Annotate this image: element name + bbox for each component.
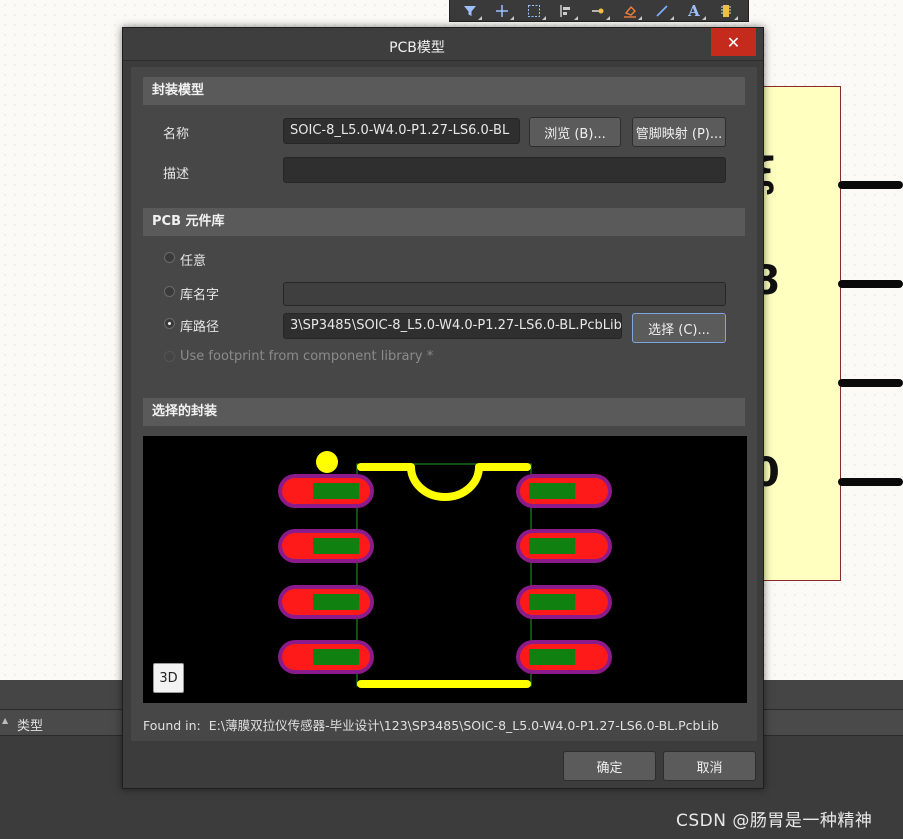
radio-any[interactable] xyxy=(164,252,175,263)
pcb-model-dialog: PCB模型 ✕ 封装模型 名称 SOIC-8_L5.0-W4.0-P1.27-L… xyxy=(122,27,764,789)
view-3d-button[interactable]: 3D xyxy=(153,663,184,693)
pad xyxy=(278,474,374,508)
dialog-title: PCB模型 xyxy=(389,40,445,56)
dialog-titlebar[interactable]: PCB模型 ✕ xyxy=(123,28,763,61)
part-icon[interactable] xyxy=(714,1,738,21)
radio-lib-name[interactable] xyxy=(164,286,175,297)
section-header-pcb-library: PCB 元件库 xyxy=(143,208,745,236)
filter-icon[interactable] xyxy=(458,1,482,21)
align-icon[interactable] xyxy=(554,1,578,21)
schematic-pin[interactable] xyxy=(838,280,903,288)
browse-button[interactable]: 浏览 (B)... xyxy=(529,117,621,147)
close-button[interactable]: ✕ xyxy=(711,28,756,56)
pad xyxy=(278,640,374,674)
pin-map-button[interactable]: 管脚映射 (P)... xyxy=(632,117,726,147)
footprint-preview[interactable]: 3D xyxy=(143,436,747,703)
lib-path-field[interactable]: 3\SP3485\SOIC-8_L5.0-W4.0-P1.27-LS6.0-BL… xyxy=(283,313,622,339)
pad xyxy=(516,474,612,508)
cancel-button[interactable]: 取消 xyxy=(663,751,756,781)
description-label: 描述 xyxy=(163,167,190,182)
description-field[interactable] xyxy=(283,157,726,183)
pin1-marker xyxy=(316,451,338,473)
name-field[interactable]: SOIC-8_L5.0-W4.0-P1.27-LS6.0-BL xyxy=(283,118,520,144)
watermark-text: CSDN @肠胃是一种精神 xyxy=(676,811,873,831)
radio-lib-path-label[interactable]: 库路径 xyxy=(180,316,219,335)
section-header-selected-footprint: 选择的封装 xyxy=(143,398,745,426)
schematic-pin[interactable] xyxy=(838,181,903,189)
found-in-path: Found in: E:\薄膜双拉仪传感器-毕业设计\123\SP3485\SOI… xyxy=(143,715,719,734)
lib-name-field[interactable] xyxy=(283,282,726,306)
eraser-icon[interactable] xyxy=(618,1,642,21)
found-in-value: E:\薄膜双拉仪传感器-毕业设计\123\SP3485\SOIC-8_L5.0-… xyxy=(208,718,719,733)
radio-any-label[interactable]: 任意 xyxy=(180,250,206,269)
ok-button[interactable]: 确定 xyxy=(563,751,656,781)
sort-arrow-icon[interactable]: ▲ xyxy=(2,716,8,725)
radio-lib-name-label[interactable]: 库名字 xyxy=(180,284,219,303)
column-header-type[interactable]: 类型 xyxy=(17,715,43,734)
found-in-label: Found in: xyxy=(143,718,201,733)
pin-icon[interactable] xyxy=(586,1,610,21)
footprint-drawing xyxy=(278,451,612,688)
silkscreen-notch xyxy=(407,466,483,501)
pad xyxy=(278,585,374,619)
placement-toolbar: A xyxy=(449,0,749,22)
radio-component-library-label: Use footprint from component library * xyxy=(180,349,434,364)
select-rect-icon[interactable] xyxy=(522,1,546,21)
pad xyxy=(516,640,612,674)
plus-icon[interactable] xyxy=(490,1,514,21)
schematic-pin[interactable] xyxy=(838,379,903,387)
text-icon[interactable]: A xyxy=(682,1,706,21)
radio-component-library xyxy=(164,351,175,362)
radio-lib-path[interactable] xyxy=(164,318,175,329)
dialog-body: 封装模型 名称 SOIC-8_L5.0-W4.0-P1.27-LS6.0-BL … xyxy=(131,67,757,741)
section-header-footprint-model: 封装模型 xyxy=(143,77,745,105)
pad xyxy=(516,585,612,619)
choose-button[interactable]: 选择 (C)... xyxy=(632,313,726,343)
schematic-pin[interactable] xyxy=(838,478,903,486)
name-label: 名称 xyxy=(163,127,190,142)
line-icon[interactable] xyxy=(650,1,674,21)
pads-right xyxy=(516,474,612,674)
pad xyxy=(516,529,612,563)
pad xyxy=(278,529,374,563)
pads-left xyxy=(278,474,374,674)
